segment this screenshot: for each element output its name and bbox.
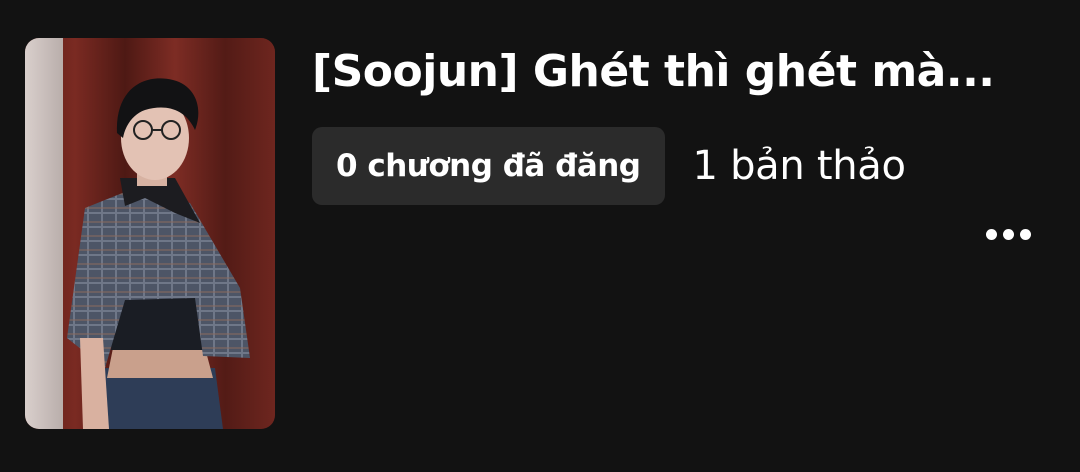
- more-options-button[interactable]: [972, 214, 1044, 254]
- more-horizontal-icon: [1002, 228, 1014, 240]
- story-title[interactable]: [Soojun] Ghét thì ghét mà...: [312, 46, 1012, 97]
- more-horizontal-icon: [985, 228, 997, 240]
- more-horizontal-icon: [1019, 228, 1031, 240]
- cover-illustration: [25, 38, 275, 429]
- drafts-count: 1 bản thảo: [692, 143, 906, 189]
- published-chapters-badge: 0 chương đã đăng: [312, 127, 665, 205]
- story-meta: 0 chương đã đăng 1 bản thảo: [312, 127, 906, 205]
- story-cover-image[interactable]: [25, 38, 275, 429]
- story-card[interactable]: [Soojun] Ghét thì ghét mà... 0 chương đã…: [0, 0, 1080, 472]
